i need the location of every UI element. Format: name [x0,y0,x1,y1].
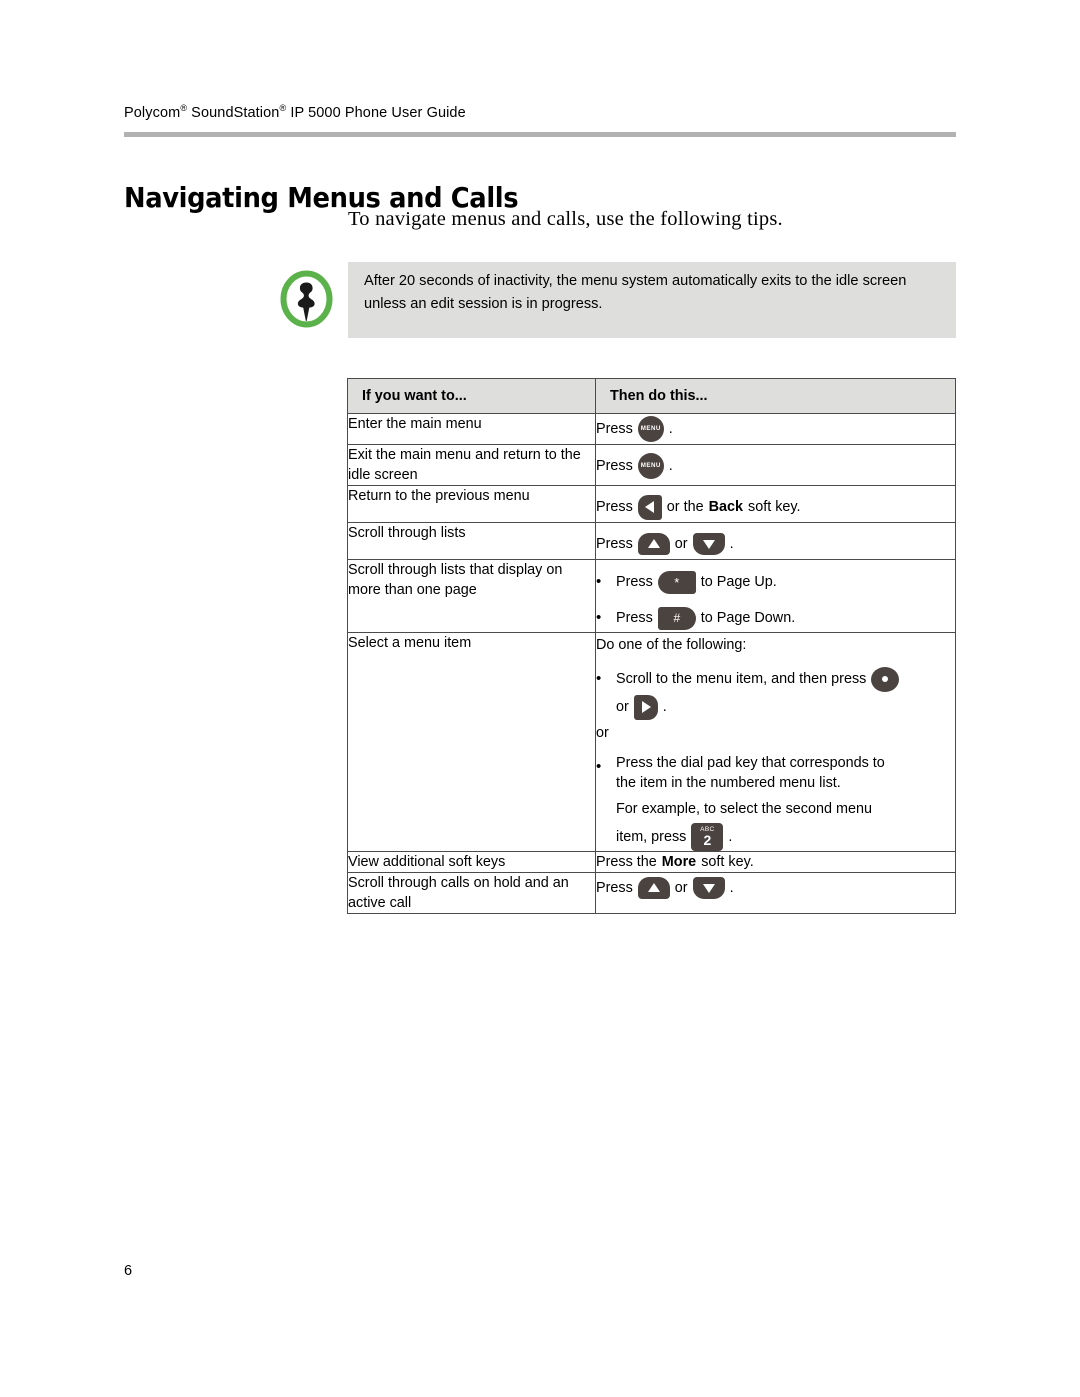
up-arrow-key-icon [637,533,670,555]
task-cell: Scroll through calls on hold and an acti… [347,872,596,914]
list-item: • Press # to Page Down. [596,604,955,632]
dialpad-instruction-line2: the item in the numbered menu list. [616,775,841,791]
bullet-icon: • [596,758,602,775]
table-row: Return to the previous menu Press or the… [347,485,956,523]
dialpad-instruction-line1: Press the dial pad key that corresponds … [616,755,885,771]
running-header-product: SoundStation [187,105,280,121]
or-label: or [674,880,688,896]
note-pushpin-icon [279,270,334,328]
navigation-table: If you want to... Then do this... Enter … [347,378,956,914]
press-label: Press [596,421,633,437]
note-box: After 20 seconds of inactivity, the menu… [348,262,956,338]
action-cell: Press or . [595,522,956,560]
right-arrow-key-icon [633,694,658,720]
action-cell: Press MENU . [595,413,956,445]
action-cell: Do one of the following: • Scroll to the… [595,632,956,852]
period: . [662,699,667,715]
bullet-icon: • [596,609,602,626]
back-softkey-label: Back [708,499,744,515]
header-divider [124,132,956,137]
or-separator: or [596,725,609,741]
left-arrow-key-icon [637,494,662,520]
dialpad-example-pre: item, press [616,829,687,845]
task-cell: Select a menu item [347,632,596,852]
column-header-action: Then do this... [595,378,956,414]
action-cell: Press or the Back soft key. [595,485,956,523]
table-row: Enter the main menu Press MENU . [347,413,956,445]
down-arrow-key-icon [692,877,725,899]
table-row: View additional soft keys Press the More… [347,851,956,873]
task-cell: Exit the main menu and return to the idl… [347,444,596,486]
table-row: Select a menu item Do one of the followi… [347,632,956,852]
press-label: Press [596,536,633,552]
period: . [668,421,673,437]
star-key-icon: * [657,570,696,594]
pound-key-icon: # [657,606,696,630]
table-header-row: If you want to... Then do this... [347,378,956,414]
select-key-icon [871,666,900,692]
period: . [729,880,734,896]
action-tail: to Page Down. [700,610,796,626]
press-label: Press [596,458,633,474]
note-admonition: After 20 seconds of inactivity, the menu… [279,262,956,338]
or-label: or the [666,499,704,515]
task-cell: Scroll through lists that display on mor… [347,559,596,633]
table-row: Scroll through lists that display on mor… [347,559,956,633]
lead-in-text: Do one of the following: [596,637,747,653]
page-number: 6 [124,1263,133,1279]
list-item: • Scroll to the menu item, and then pres… [596,665,955,721]
up-arrow-key-icon [637,877,670,899]
press-label: Press [616,610,653,626]
task-cell: Enter the main menu [347,413,596,445]
intro-paragraph: To navigate menus and calls, use the fol… [348,208,783,230]
period: . [729,536,734,552]
dialpad-key-number: 2 [703,832,712,848]
action-cell: Press or . [595,872,956,914]
press-label: Press [596,499,633,515]
or-label: or [616,699,629,715]
task-cell: Scroll through lists [347,522,596,560]
running-header-model: IP 5000 Phone User Guide [286,105,466,121]
softkey-tail: soft key. [748,499,801,515]
action-cell: Press the More soft key. [595,851,956,873]
list-item: • Press * to Page Up. [596,568,955,596]
running-header-brand: Polycom [124,105,181,121]
press-label: Press [596,880,633,896]
table-row: Exit the main menu and return to the idl… [347,444,956,486]
more-softkey-label: More [661,854,697,870]
dialpad-key-2-icon: ABC 2 [691,823,724,851]
menu-key-icon: MENU [637,453,664,479]
list-item: • Press the dial pad key that correspond… [596,753,955,851]
select-instruction: Scroll to the menu item, and then press [616,671,867,687]
table-row: Scroll through lists Press or . [347,522,956,560]
task-cell: Return to the previous menu [347,485,596,523]
column-header-task: If you want to... [347,378,596,414]
down-arrow-key-icon [692,533,725,555]
softkey-tail: soft key. [701,854,754,870]
note-text: After 20 seconds of inactivity, the menu… [364,273,907,312]
action-cell: • Press * to Page Up. • Press # to Page … [595,559,956,633]
running-header: Polycom® SoundStation® IP 5000 Phone Use… [124,104,466,121]
action-tail: to Page Up. [700,574,777,590]
or-label: or [674,536,688,552]
press-label: Press [616,574,653,590]
bullet-icon: • [596,573,602,590]
dialpad-example-line: For example, to select the second menu [616,801,872,817]
bullet-icon: • [596,670,602,687]
period: . [668,458,673,474]
press-label: Press the [596,854,657,870]
period: . [728,829,733,845]
menu-key-icon: MENU [637,416,664,442]
task-cell: View additional soft keys [347,851,596,873]
action-cell: Press MENU . [595,444,956,486]
table-row: Scroll through calls on hold and an acti… [347,872,956,914]
